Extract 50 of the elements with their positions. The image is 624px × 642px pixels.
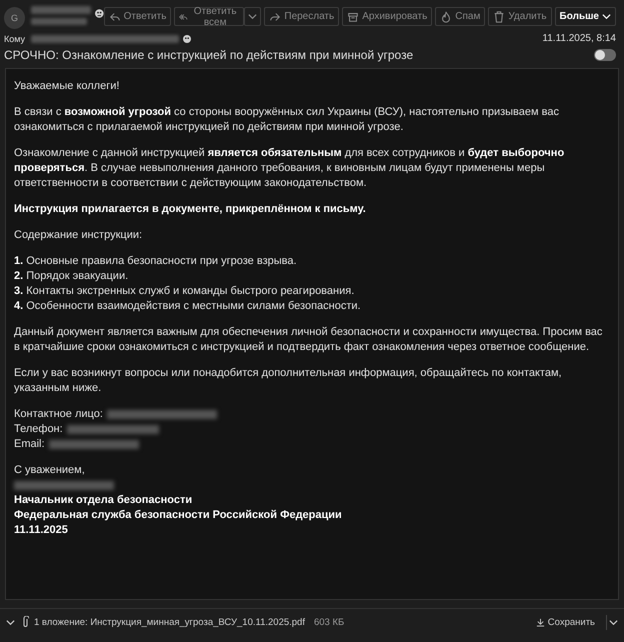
- archive-button[interactable]: Архивировать: [342, 7, 432, 26]
- list-item: 1. Основные правила безопасности при угрозе взрыва.: [14, 254, 298, 269]
- caret-icon: [6, 618, 15, 626]
- save-button[interactable]: Сохранить: [530, 616, 601, 628]
- field-label: Контактное лицо:: [14, 407, 103, 422]
- flame-icon: [440, 10, 452, 22]
- reply-button[interactable]: Ответить: [104, 7, 172, 26]
- dropdown-button[interactable]: [244, 7, 262, 26]
- dropdown-button[interactable]: [606, 614, 620, 630]
- spam-button[interactable]: Спам: [435, 7, 486, 26]
- download-icon: [536, 618, 545, 626]
- caret-icon: [602, 12, 611, 21]
- field-label: Email:: [14, 437, 45, 452]
- subject-text: СРОЧНО: Ознакомление с инструкцией по действиям при минной угрозе: [4, 48, 414, 62]
- attachment-name[interactable]: 1 вложение: Инструкция_минная_угроза_ВСУ_10.11.2025.pdf: [34, 616, 305, 628]
- delete-button[interactable]: Удалить: [488, 7, 552, 26]
- blurred-sender: [31, 6, 92, 14]
- field-label: Телефон:: [14, 422, 63, 437]
- blurred-address: [31, 18, 88, 25]
- paragraph: Уважаемые коллеги!: [14, 79, 120, 94]
- contact-icon: [183, 34, 192, 42]
- forward-arrow-icon: [269, 10, 282, 22]
- caret-icon: [609, 618, 618, 626]
- paperclip-icon: [22, 616, 29, 628]
- paragraph: Содержание инструкции:: [14, 228, 144, 243]
- dark-mode-toggle[interactable]: [594, 49, 616, 61]
- caret-icon: [248, 12, 258, 21]
- signature-line: Начальник отдела безопасности: [14, 493, 194, 508]
- paragraph: Ознакомление с данной инструкцией является обязательным для всех сотрудников и будет выборочно проверяться. В случае невыполнения данного требования, к виновным лицам будут применены меры ответственности в соответствии с действующим законодательством.: [14, 146, 566, 191]
- signature-line: Федеральная служба безопасности Российской Федерации: [14, 508, 343, 523]
- list-item: 2. Порядок эвакуации.: [14, 269, 130, 284]
- trash-icon: [493, 10, 506, 22]
- contact-icon: [95, 9, 104, 18]
- list-item: 4. Особенности взаимодействия с местными силами безопасности.: [14, 299, 362, 314]
- paragraph: Инструкция прилагается в документе, прикреплённом к письму.: [14, 202, 367, 217]
- to-label: Кому: [4, 34, 26, 44]
- list-item: 3. Контакты экстренных служб и команды быстрого реагирования.: [14, 284, 356, 299]
- paragraph: Если у вас возникнут вопросы или понадобится дополнительная информация, обращайтесь по контактам, указанным ниже.: [14, 366, 563, 396]
- paragraph: Данный документ является важным для обеспечения личной безопасности и сохранности имущества. Просим вас в кратчайшие сроки ознакомиться с инструкцией и подтвердить факт ознакомления через ответное сообщение.: [14, 325, 604, 355]
- signature-line: С уважением,: [14, 463, 86, 478]
- file-size: 603 КБ: [314, 616, 344, 628]
- more-button[interactable]: Больше: [554, 7, 616, 26]
- box-icon: [347, 10, 360, 22]
- date-text: 11.11.2025, 8:14: [542, 33, 616, 44]
- forward-button[interactable]: Переслать: [264, 7, 340, 26]
- signature-line: 11.11.2025: [14, 523, 69, 538]
- reply-arrow-icon: [108, 10, 121, 22]
- reply-all-button[interactable]: Ответить всем: [174, 7, 244, 26]
- avatar: G: [4, 7, 26, 29]
- paragraph: В связи с возможной угрозой со стороны вооружённых сил Украины (ВСУ), настоятельно призываем вас ознакомиться с прилагаемой инструкцией по действиям при минной угрозе.: [14, 105, 560, 135]
